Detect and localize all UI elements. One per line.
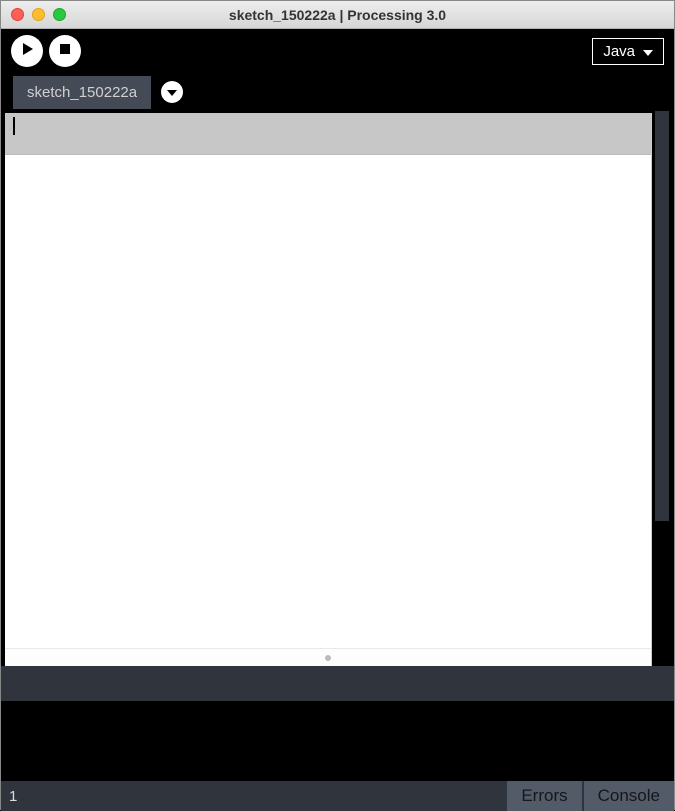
- maximize-window-button[interactable]: [53, 8, 66, 21]
- minimize-window-button[interactable]: [32, 8, 45, 21]
- horizontal-scrollbar[interactable]: [5, 648, 651, 666]
- editor-gutter-band: [5, 113, 651, 155]
- close-window-button[interactable]: [11, 8, 24, 21]
- status-bar: 1 Errors Console: [1, 781, 674, 811]
- tab-bar: sketch_150222a: [1, 73, 674, 111]
- text-cursor: [13, 117, 15, 135]
- editor-area: [1, 111, 674, 666]
- code-area[interactable]: [5, 155, 651, 648]
- tab-sketch[interactable]: sketch_150222a: [13, 76, 151, 109]
- play-icon: [20, 42, 34, 61]
- run-button[interactable]: [11, 35, 43, 67]
- chevron-down-icon: [167, 83, 177, 101]
- mode-label: Java: [603, 43, 635, 60]
- console-tab-button[interactable]: Console: [582, 781, 674, 811]
- titlebar: sketch_150222a | Processing 3.0: [1, 1, 674, 29]
- tab-menu-button[interactable]: [161, 81, 183, 103]
- vertical-scrollbar[interactable]: [652, 111, 674, 666]
- console-output[interactable]: [1, 701, 674, 781]
- stop-icon: [58, 42, 72, 61]
- line-number: 1: [9, 788, 17, 805]
- message-bar: [1, 666, 674, 701]
- window-title: sketch_150222a | Processing 3.0: [1, 7, 674, 23]
- code-editor[interactable]: [5, 113, 652, 666]
- traffic-lights: [1, 8, 66, 21]
- toolbar: Java: [1, 29, 674, 73]
- mode-selector[interactable]: Java: [592, 38, 664, 65]
- errors-tab-button[interactable]: Errors: [505, 781, 581, 811]
- chevron-down-icon: [643, 43, 653, 60]
- tab-label: sketch_150222a: [27, 84, 137, 101]
- errors-label: Errors: [521, 786, 567, 806]
- scrollbar-thumb[interactable]: [655, 111, 669, 521]
- console-label: Console: [598, 786, 660, 806]
- stop-button[interactable]: [49, 35, 81, 67]
